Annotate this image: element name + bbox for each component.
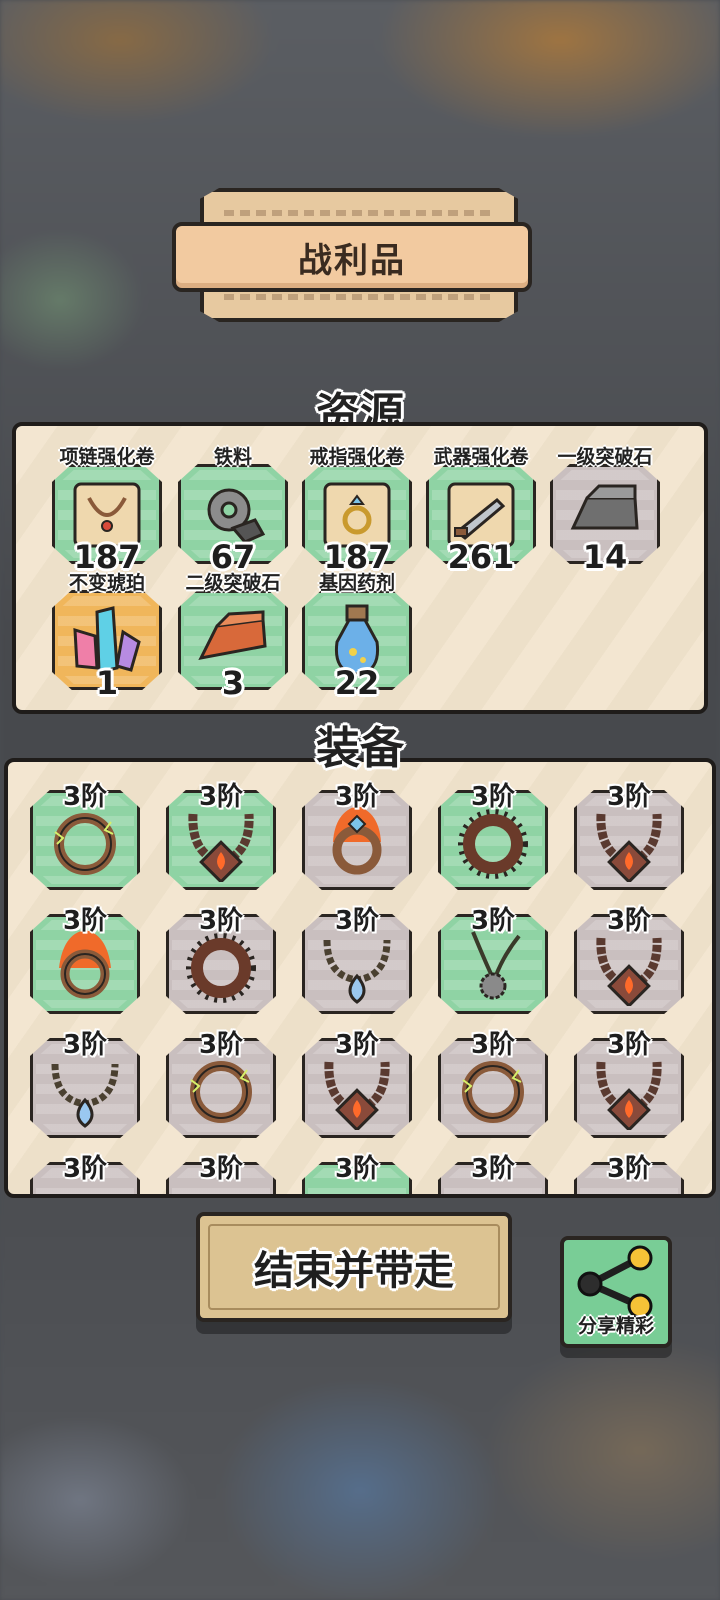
equipment-item[interactable]: 3阶 (574, 782, 684, 892)
equipment-tier: 3阶 (334, 1030, 380, 1060)
title-banner: 战利品 (172, 222, 532, 292)
lightning-ring-icon (462, 1061, 524, 1123)
share-icon (577, 1245, 653, 1318)
fire-bead-necklace-icon (324, 1061, 390, 1130)
equipment-item[interactable]: 3阶 (574, 1030, 684, 1140)
equipment-item[interactable]: 3阶 (30, 906, 140, 1016)
equipment-tier: 3阶 (62, 1154, 108, 1184)
equipment-item[interactable]: 3阶 (302, 906, 412, 1016)
spiked-ring-icon (458, 809, 528, 879)
equipment-item[interactable]: 3阶 (438, 782, 548, 892)
equipment-tier: 3阶 (606, 1030, 652, 1060)
equipment-tier: 3阶 (62, 782, 108, 812)
fire-bead-necklace-icon (596, 1061, 662, 1130)
resource-item[interactable]: 铁料 67 (178, 446, 288, 576)
fire-bead-necklace-icon (596, 813, 662, 882)
flame-ring-icon (59, 930, 111, 999)
resource-count: 1 (95, 664, 119, 702)
resource-name: 基因药剂 (318, 572, 395, 594)
equipment-item[interactable]: 3阶 (302, 1030, 412, 1140)
equipment-item[interactable]: 3阶 (574, 906, 684, 1016)
equipment-tier: 3阶 (198, 906, 244, 936)
resource-count: 261 (447, 538, 515, 576)
equipment-tier: 3阶 (62, 906, 108, 936)
equipment-item[interactable]: 3阶 (30, 782, 140, 892)
equipment-item[interactable]: 3阶 (166, 906, 276, 1016)
fire-bead-necklace-icon (188, 813, 254, 882)
equipment-tier: 3阶 (470, 906, 516, 936)
lightning-ring-icon (190, 1061, 252, 1123)
equipment-tier: 3阶 (470, 782, 516, 812)
equipment-item[interactable]: 3阶 (302, 1154, 412, 1194)
equipment-tier: 3阶 (198, 1030, 244, 1060)
water-drop-necklace-icon (51, 1063, 119, 1128)
equipment-tier: 3阶 (198, 1154, 244, 1184)
fire-bead-necklace-icon (596, 937, 662, 1006)
share-button[interactable]: 分享精彩 (560, 1236, 672, 1348)
equipment-tier: 3阶 (334, 906, 380, 936)
resource-item[interactable]: 戒指强化卷 187 (302, 446, 412, 576)
equipment-item[interactable]: 3阶 (30, 1154, 140, 1194)
equipment-item[interactable]: 3阶 (166, 782, 276, 892)
equipment-title: 装备 (316, 723, 404, 774)
resource-count: 3 (221, 664, 245, 702)
equipment-tier: 3阶 (606, 782, 652, 812)
equipment-tier: 3阶 (470, 1154, 516, 1184)
equipment-item[interactable]: 3阶 (438, 1030, 548, 1140)
end-and-take-button[interactable]: 结束并带走 (196, 1212, 512, 1322)
equipment-item[interactable]: 3阶 (438, 906, 548, 1016)
flame-gem-ring-icon (332, 806, 382, 875)
end-button-label: 结束并带走 (254, 1248, 454, 1294)
equipment-item[interactable]: 3阶 (574, 1154, 684, 1194)
lightning-ring-icon (54, 813, 116, 875)
resource-item[interactable]: 不变琥珀 1 (52, 572, 162, 702)
equipment-tier: 3阶 (62, 1030, 108, 1060)
resource-item[interactable]: 二级突破石 3 (178, 572, 288, 702)
equipment-tier: 3阶 (470, 1030, 516, 1060)
resource-count: 22 (334, 664, 380, 702)
equipment-tier: 3阶 (606, 1154, 652, 1184)
sawblade-pendant-icon (471, 931, 521, 1000)
equipment-item[interactable]: 3阶 (438, 1154, 548, 1194)
resource-item[interactable]: 项链强化卷 187 (52, 446, 162, 576)
equipment-tier: 3阶 (198, 782, 244, 812)
resources-panel: 项链强化卷 187 铁料 67 戒指强化卷 187 武器强化卷 261 一级突破石 14 不变琥珀 1… (12, 422, 708, 714)
equipment-panel[interactable]: 3阶 3阶 3阶 3阶 3阶 3阶 3阶 3阶 3阶 3阶 3阶 3阶 3阶 3阶 3阶 3阶 3阶 3阶 3阶 3阶 (4, 758, 716, 1198)
equipment-item[interactable]: 3阶 (302, 782, 412, 892)
equipment-tier: 3阶 (334, 1154, 380, 1184)
spiked-ring-icon (186, 933, 256, 1003)
share-button-label: 分享精彩 (577, 1315, 654, 1337)
resource-item[interactable]: 武器强化卷 261 (426, 446, 536, 576)
water-drop-necklace-icon (323, 939, 391, 1004)
equipment-item[interactable]: 3阶 (30, 1030, 140, 1140)
resource-count: 14 (582, 538, 628, 576)
equipment-item[interactable]: 3阶 (166, 1154, 276, 1194)
equipment-item[interactable]: 3阶 (166, 1030, 276, 1140)
page-title: 战利品 (298, 240, 406, 281)
resource-name: 一级突破石 (557, 446, 653, 468)
equipment-tier: 3阶 (606, 906, 652, 936)
equipment-tier: 3阶 (334, 782, 380, 812)
resource-item[interactable]: 基因药剂 22 (302, 572, 412, 702)
resource-item[interactable]: 一级突破石 14 (550, 446, 660, 576)
